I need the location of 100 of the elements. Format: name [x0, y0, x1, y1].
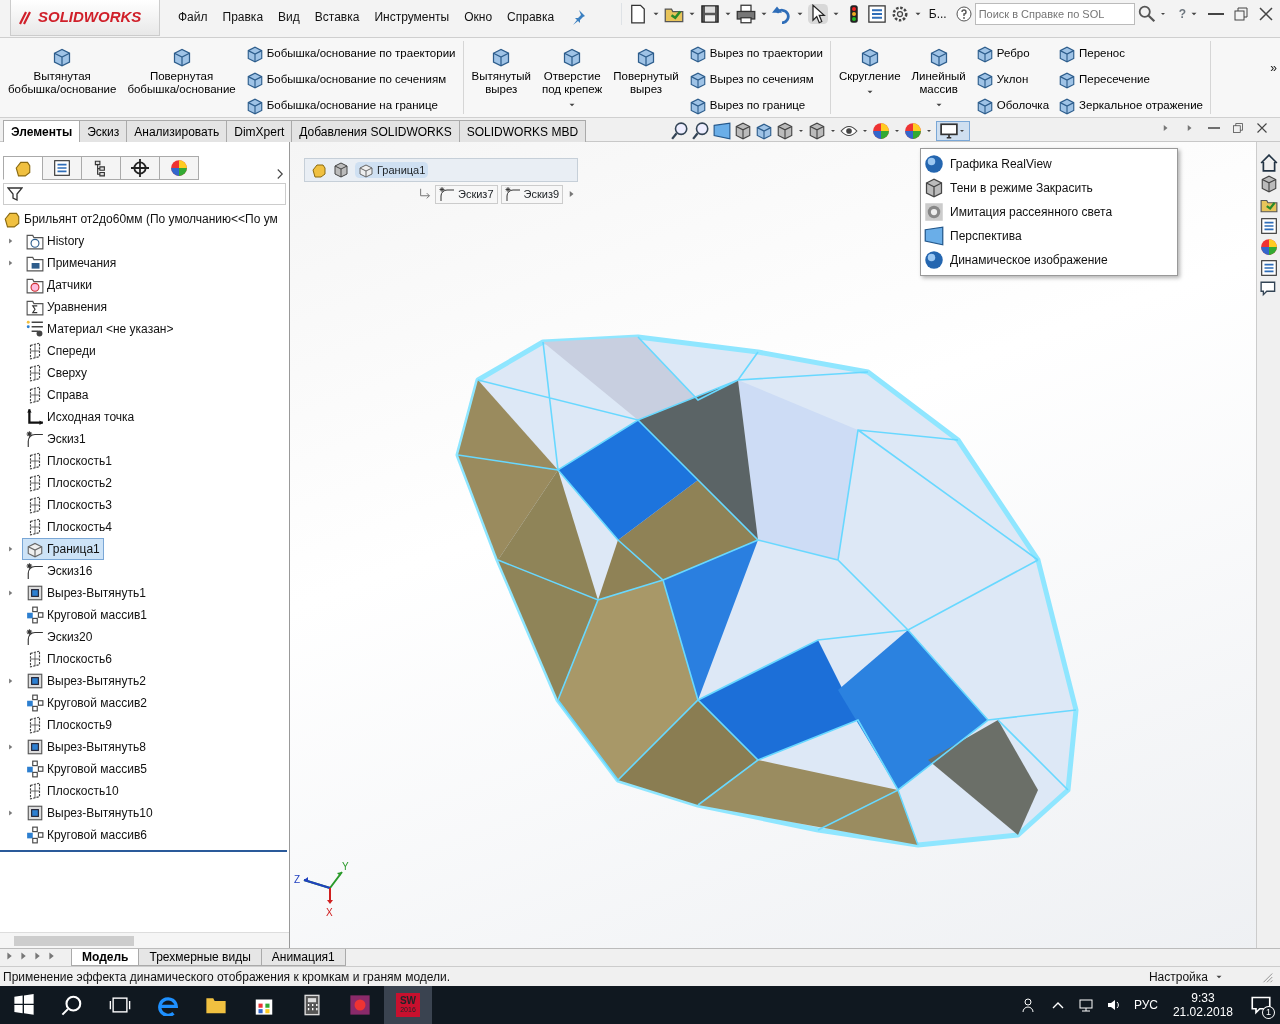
- ribbon-button[interactable]: Линейный массив: [907, 41, 970, 117]
- menu-item[interactable]: Имитация рассеянного света: [921, 200, 1177, 224]
- ribbon-button[interactable]: Перенос: [1055, 41, 1206, 67]
- tree-item[interactable]: Плоскость2: [22, 472, 116, 494]
- tree-item[interactable]: Круговой массив5: [22, 758, 151, 780]
- ribbon-button[interactable]: Вырез по траектории: [685, 41, 826, 67]
- zoom-button[interactable]: [671, 122, 689, 140]
- notifications-button[interactable]: 1: [1251, 995, 1271, 1015]
- search-field[interactable]: Поиск в Справке по SOL: [974, 3, 1135, 25]
- tree-item[interactable]: Эскиз1: [22, 428, 90, 450]
- ribbon-button[interactable]: Отверстие под крепеж: [538, 41, 607, 117]
- menu-item[interactable]: Динамическое изображение: [921, 248, 1177, 272]
- tree-item[interactable]: Эскиз16: [22, 560, 97, 582]
- menu-item[interactable]: Инструменты: [368, 6, 456, 28]
- zoom-button[interactable]: [692, 122, 710, 140]
- tree-item[interactable]: Вырез-Вытянуть8: [22, 736, 150, 758]
- breadcrumb-item[interactable]: Граница1: [355, 161, 429, 179]
- display-style-button[interactable]: [936, 121, 970, 141]
- ribbon-button[interactable]: Вытянутая бобышка/основание: [4, 41, 121, 117]
- block-button[interactable]: [755, 122, 773, 140]
- help-menu[interactable]: ?: [1178, 5, 1186, 23]
- tree-item[interactable]: Круговой массив2: [22, 692, 151, 714]
- panel-tab[interactable]: [120, 156, 160, 180]
- home-button[interactable]: [1259, 154, 1278, 172]
- printer-button[interactable]: [735, 4, 756, 24]
- undo-arrow-button[interactable]: [771, 4, 792, 24]
- cube-button[interactable]: [776, 122, 794, 140]
- tree-item[interactable]: Вырез-Вытянуть2: [22, 670, 150, 692]
- tree-item[interactable]: Материал <не указан>: [22, 318, 178, 340]
- menu-item[interactable]: Тени в режиме Закрасить: [921, 176, 1177, 200]
- panel-tab[interactable]: [42, 156, 82, 180]
- tree-item[interactable]: Плоскость3: [22, 494, 116, 516]
- tree-item[interactable]: Сверху: [22, 362, 92, 384]
- clock[interactable]: 9:33 21.02.2018: [1172, 991, 1233, 1019]
- command-tab[interactable]: Анализировать: [126, 120, 228, 142]
- tree-item[interactable]: Эскиз20: [22, 626, 97, 648]
- menu-item[interactable]: Вид: [272, 6, 306, 28]
- tree-item[interactable]: Плоскость10: [22, 780, 123, 802]
- command-tab[interactable]: Эскиз: [79, 120, 128, 142]
- toolbar-label[interactable]: Б...: [928, 5, 947, 23]
- breadcrumb-item[interactable]: Эскиз7: [435, 185, 498, 204]
- search-icon[interactable]: [1137, 5, 1156, 23]
- language-indicator[interactable]: РУС: [1133, 996, 1158, 1014]
- menu-item[interactable]: Файл: [172, 6, 214, 28]
- tree-item[interactable]: Вырез-Вытянуть10: [22, 802, 157, 824]
- model-tab[interactable]: Модель: [71, 949, 140, 966]
- comment-button[interactable]: [1259, 280, 1278, 298]
- color-wheel-button[interactable]: [904, 122, 922, 140]
- restore-button[interactable]: [1232, 122, 1244, 134]
- horizontal-scrollbar[interactable]: [0, 932, 289, 948]
- close-button[interactable]: [1256, 122, 1268, 134]
- command-tab[interactable]: Элементы: [3, 120, 81, 142]
- list-button[interactable]: [1259, 259, 1278, 277]
- ribbon-button[interactable]: Повернутый вырез: [609, 41, 683, 117]
- overflow-button[interactable]: »: [1270, 59, 1277, 114]
- ribbon-button[interactable]: Уклон: [972, 67, 1053, 93]
- list-button[interactable]: [1259, 217, 1278, 235]
- menu-item[interactable]: Справка: [501, 6, 561, 28]
- tree-item[interactable]: Круговой массив1: [22, 604, 151, 626]
- menu-item[interactable]: Правка: [216, 6, 270, 28]
- cube-button[interactable]: [734, 122, 752, 140]
- tree-item[interactable]: Круговой массив6: [22, 824, 151, 846]
- menu-item[interactable]: Вставка: [308, 6, 366, 28]
- perspective-box-button[interactable]: [713, 122, 731, 140]
- ribbon-button[interactable]: Бобышка/основание по траектории: [242, 41, 459, 67]
- model-tab[interactable]: Трехмерные виды: [138, 949, 262, 966]
- panel-tab[interactable]: [81, 156, 121, 180]
- menu-item[interactable]: Окно: [458, 6, 499, 28]
- ribbon-button[interactable]: Скругление: [834, 41, 905, 117]
- tree-item[interactable]: Плоскость1: [22, 450, 116, 472]
- breadcrumb-item[interactable]: Эскиз9: [500, 185, 564, 204]
- tree-item[interactable]: Исходная точка: [22, 406, 139, 428]
- tree-item[interactable]: Спереди: [22, 340, 100, 362]
- tree-item[interactable]: History: [22, 230, 89, 252]
- menu-item[interactable]: Перспектива: [921, 224, 1177, 248]
- tree-item[interactable]: Уравнения: [22, 296, 111, 318]
- tree-item[interactable]: Справа: [22, 384, 93, 406]
- filter-field[interactable]: [3, 183, 286, 205]
- tree-root[interactable]: Брильянт от2до60мм (По умолчанию<<По ум: [24, 210, 278, 228]
- tree-item[interactable]: Датчики: [22, 274, 96, 296]
- ribbon-button[interactable]: Вырез по сечениям: [685, 67, 826, 93]
- tree-item[interactable]: Примечания: [22, 252, 121, 274]
- command-tab[interactable]: SOLIDWORKS MBD: [458, 120, 587, 142]
- tree-item[interactable]: Плоскость9: [22, 714, 116, 736]
- cube-button[interactable]: [1259, 175, 1278, 193]
- ribbon-button[interactable]: Пересечение: [1055, 67, 1206, 93]
- ribbon-button[interactable]: Вытянутый вырез: [467, 41, 535, 117]
- customize-menu[interactable]: Настройка: [1148, 967, 1208, 986]
- tree-item[interactable]: Граница1: [22, 538, 104, 560]
- tree-item[interactable]: Плоскость6: [22, 648, 116, 670]
- cursor-button[interactable]: [807, 4, 828, 24]
- part-icon[interactable]: [311, 162, 327, 178]
- tree-item[interactable]: Плоскость4: [22, 516, 116, 538]
- ribbon-button[interactable]: Повернутая бобышка/основание: [123, 41, 240, 117]
- menu-item[interactable]: Графика RealView: [921, 152, 1177, 176]
- list-button[interactable]: [866, 4, 887, 24]
- floppy-disk-button[interactable]: [699, 4, 720, 24]
- color-wheel-button[interactable]: [872, 122, 890, 140]
- command-tab[interactable]: DimXpert: [226, 120, 293, 142]
- command-tab[interactable]: Добавления SOLIDWORKS: [291, 120, 460, 142]
